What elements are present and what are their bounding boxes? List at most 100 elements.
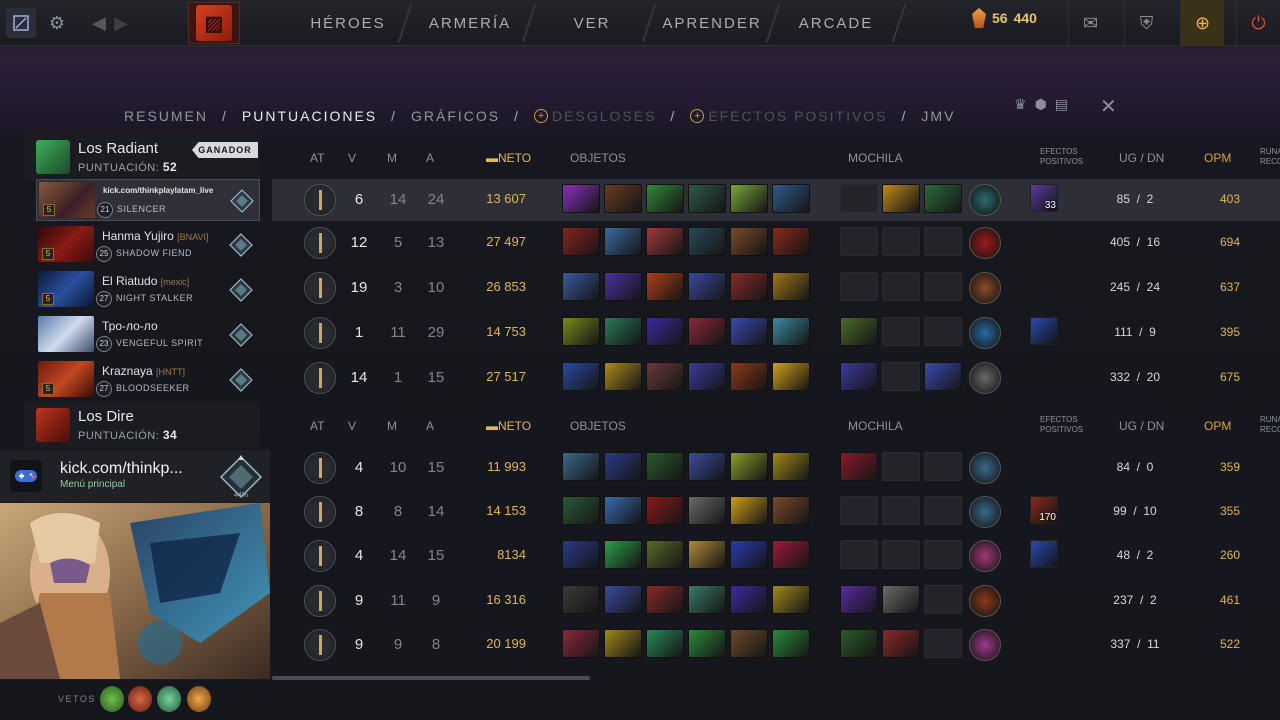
talent-tree-icon[interactable] (304, 272, 336, 304)
item-slot-icon[interactable] (772, 585, 810, 614)
item-slot-icon[interactable] (772, 629, 810, 658)
item-slot-icon[interactable] (688, 629, 726, 658)
item-slot-icon[interactable] (688, 272, 726, 301)
item-slot-icon[interactable] (562, 272, 600, 301)
item-slot-icon[interactable] (772, 496, 810, 525)
tab-buffs[interactable]: EFECTOS POSITIVOS (708, 108, 887, 124)
talent-tree-icon[interactable] (304, 184, 336, 216)
dota-logo[interactable]: ▨ (188, 2, 240, 44)
item-slot-icon[interactable] (688, 540, 726, 569)
item-slot-icon[interactable] (688, 317, 726, 346)
item-slot-icon[interactable] (688, 227, 726, 256)
item-slot-icon[interactable] (688, 362, 726, 391)
item-slot-icon[interactable] (772, 272, 810, 301)
table-row[interactable]: 8 8 14 14 153 170 99 / 10 355 (272, 491, 1280, 533)
backpack-item-icon[interactable] (840, 452, 878, 481)
table-row[interactable]: 9 11 9 16 316 237 / 2 461 (272, 580, 1280, 622)
nav-arcade[interactable]: ARCADE (784, 0, 888, 46)
talent-tree-icon[interactable] (304, 496, 336, 528)
table-row[interactable]: 4 14 15 8134 48 / 2 260 (272, 535, 1280, 577)
neutral-item-icon[interactable] (969, 540, 1001, 572)
item-slot-icon[interactable] (688, 585, 726, 614)
backpack-item-icon[interactable] (840, 629, 878, 658)
player-card[interactable]: 5 kick.com/thinkplaylatam_live 21 SILENC… (36, 179, 260, 221)
backpack-item-icon[interactable] (882, 184, 920, 213)
crown-icon[interactable]: ♛ (1014, 96, 1027, 113)
item-slot-icon[interactable] (562, 452, 600, 481)
item-slot-icon[interactable] (562, 629, 600, 658)
plus-subscription-icon[interactable]: ⊕ (1180, 0, 1224, 46)
item-slot-icon[interactable] (646, 227, 684, 256)
buff-icon[interactable]: 33 (1030, 184, 1058, 212)
item-slot-icon[interactable] (730, 452, 768, 481)
nav-heroes[interactable]: HÉROES (296, 0, 400, 46)
item-slot-icon[interactable] (604, 540, 642, 569)
talent-tree-icon[interactable] (304, 585, 336, 617)
item-slot-icon[interactable] (772, 184, 810, 213)
table-row[interactable]: 6 14 24 13 607 33 85 / 2 403 (272, 179, 1280, 221)
item-slot-icon[interactable] (772, 540, 810, 569)
item-slot-icon[interactable] (730, 496, 768, 525)
item-slot-icon[interactable] (688, 452, 726, 481)
neutral-item-icon[interactable] (969, 629, 1001, 661)
item-slot-icon[interactable] (646, 317, 684, 346)
table-row[interactable]: 12 5 13 27 497 405 / 16 694 (272, 222, 1280, 264)
item-slot-icon[interactable] (562, 317, 600, 346)
pin-icon[interactable]: ⬢ (1035, 96, 1047, 113)
item-slot-icon[interactable] (562, 184, 600, 213)
neutral-item-icon[interactable] (969, 585, 1001, 617)
talent-tree-icon[interactable] (304, 629, 336, 661)
tab-summary[interactable]: RESUMEN (124, 108, 208, 124)
player-card[interactable]: 5 Hanma Yujiro [BNAVI] 25 SHADOW FIEND (36, 224, 260, 266)
talent-tree-icon[interactable] (304, 227, 336, 259)
item-slot-icon[interactable] (730, 540, 768, 569)
close-icon[interactable]: ✕ (1100, 94, 1117, 119)
mail-icon[interactable]: ✉ (1068, 0, 1112, 46)
item-slot-icon[interactable] (772, 452, 810, 481)
neutral-item-icon[interactable] (969, 317, 1001, 349)
item-slot-icon[interactable] (730, 585, 768, 614)
buff-icon[interactable]: 170 (1030, 496, 1058, 524)
item-slot-icon[interactable] (730, 184, 768, 213)
forward-arrow-icon[interactable]: ▶ (106, 8, 136, 38)
backpack-item-icon[interactable] (840, 585, 878, 614)
table-row[interactable]: 14 1 15 27 517 332 / 20 675 (272, 357, 1280, 399)
item-slot-icon[interactable] (646, 540, 684, 569)
item-slot-icon[interactable] (604, 452, 642, 481)
item-slot-icon[interactable] (604, 585, 642, 614)
armory-shield-icon[interactable]: ⛨ (1124, 0, 1168, 46)
item-slot-icon[interactable] (646, 585, 684, 614)
item-slot-icon[interactable] (730, 272, 768, 301)
nav-learn[interactable]: APRENDER (656, 0, 768, 46)
item-slot-icon[interactable] (730, 227, 768, 256)
tab-mvp[interactable]: JMV (921, 108, 955, 124)
item-slot-icon[interactable] (646, 272, 684, 301)
item-slot-icon[interactable] (772, 362, 810, 391)
table-row[interactable]: 9 9 8 20 199 337 / 11 522 (272, 624, 1280, 666)
item-slot-icon[interactable] (604, 496, 642, 525)
settings-gear-icon[interactable]: ⚙ (42, 8, 72, 38)
backpack-item-icon[interactable] (840, 362, 878, 391)
talent-tree-icon[interactable] (304, 317, 336, 349)
item-slot-icon[interactable] (604, 317, 642, 346)
item-slot-icon[interactable] (646, 496, 684, 525)
item-slot-icon[interactable] (772, 227, 810, 256)
neutral-item-icon[interactable] (969, 362, 1001, 394)
currency-display[interactable]: 56 440 (972, 8, 1037, 28)
item-slot-icon[interactable] (730, 317, 768, 346)
item-slot-icon[interactable] (604, 227, 642, 256)
backpack-item-icon[interactable] (882, 629, 920, 658)
nav-watch[interactable]: VER (540, 0, 644, 46)
tab-breakdowns[interactable]: DESGLOSES (552, 108, 656, 124)
table-row[interactable]: 19 3 10 26 853 245 / 24 637 (272, 267, 1280, 309)
horizontal-scrollbar[interactable] (272, 676, 590, 680)
player-card[interactable]: 5 El Riatudo [mexic] 27 NIGHT STALKER (36, 269, 260, 311)
neutral-item-icon[interactable] (969, 496, 1001, 528)
item-slot-icon[interactable] (646, 184, 684, 213)
player-card[interactable]: Тро-ло-ло 23 VENGEFUL SPIRIT (36, 314, 260, 356)
item-slot-icon[interactable] (646, 452, 684, 481)
tab-scores[interactable]: PUNTUACIONES (242, 108, 377, 124)
backpack-item-icon[interactable] (924, 362, 962, 391)
buff-icon[interactable] (1030, 317, 1058, 345)
backpack-item-icon[interactable] (924, 184, 962, 213)
